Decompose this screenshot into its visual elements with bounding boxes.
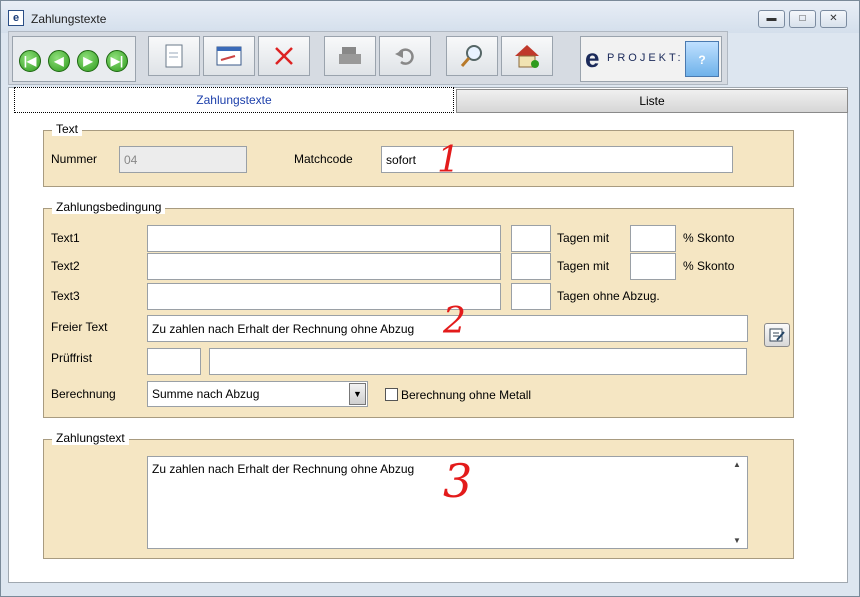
print-icon (339, 47, 361, 64)
title-bar: e Zahlungstexte ▬ □ ✕ (1, 1, 859, 33)
text1-days-field[interactable] (511, 225, 551, 252)
freier-text-label: Freier Text (51, 320, 108, 334)
zahlungstext-section: Zahlungstext Zu zahlen nach Erhalt der R… (43, 431, 794, 559)
search-button[interactable] (446, 36, 498, 76)
text2-tagen-label: Tagen mit (557, 259, 610, 273)
print-button[interactable] (324, 36, 376, 76)
text3-tagen-label: Tagen ohne Abzug. (557, 289, 660, 303)
text2-skonto-field[interactable] (630, 253, 676, 280)
berechnung-label: Berechnung (51, 387, 116, 401)
undo-icon (395, 48, 414, 65)
text1-skonto-field[interactable] (630, 225, 676, 252)
brand-logo: e PROJEKT: ? (580, 36, 722, 82)
prueffrist-field[interactable] (147, 348, 201, 375)
previous-record-icon[interactable]: ◀ (48, 50, 70, 72)
zahlungsbedingung-section: Zahlungsbedingung Text1 Tagen mit % Skon… (43, 200, 794, 418)
nummer-label: Nummer (51, 152, 98, 166)
text2-days-field[interactable] (511, 253, 551, 280)
edit-form-icon (216, 46, 242, 66)
app-window: e Zahlungstexte ▬ □ ✕ |◀ ◀ ▶ ▶| e PROJEK… (0, 0, 860, 597)
new-document-icon (165, 44, 183, 68)
last-record-icon[interactable]: ▶| (106, 50, 128, 72)
search-icon (460, 45, 482, 67)
brand-text: PROJEKT: (607, 52, 684, 64)
zahlungsbedingung-legend: Zahlungsbedingung (52, 200, 166, 214)
prueffrist-label: Prüffrist (51, 351, 93, 365)
minimize-button[interactable]: ▬ (758, 10, 785, 28)
app-icon: e (8, 10, 24, 26)
nummer-field[interactable]: 04 (119, 146, 247, 173)
maximize-button[interactable]: □ (789, 10, 816, 28)
scroll-up-icon[interactable]: ▲ (733, 460, 741, 469)
matchcode-field[interactable]: sofort (381, 146, 733, 173)
text1-skonto-label: % Skonto (683, 231, 735, 245)
nav-group: |◀ ◀ ▶ ▶| (12, 36, 136, 82)
berechnung-ohne-metall-checkbox[interactable] (385, 388, 398, 401)
tab-zahlungstexte[interactable]: Zahlungstexte (14, 87, 454, 113)
text2-label: Text2 (51, 259, 80, 273)
tab-bar: Zahlungstexte Liste (8, 87, 848, 113)
text3-label: Text3 (51, 289, 80, 303)
text2-skonto-label: % Skonto (683, 259, 735, 273)
annotation-two: 2 (443, 301, 466, 342)
undo-button[interactable] (379, 36, 431, 76)
first-record-icon[interactable]: |◀ (19, 50, 41, 72)
berechnung-ohne-metall-label: Berechnung ohne Metall (401, 388, 532, 402)
help-icon[interactable]: ? (685, 41, 719, 77)
text1-tagen-label: Tagen mit (557, 231, 610, 245)
next-record-icon[interactable]: ▶ (77, 50, 99, 72)
home-button[interactable] (501, 36, 553, 76)
edit-form-button[interactable] (203, 36, 255, 76)
brand-e: e (585, 43, 600, 73)
edit-note-icon (769, 328, 785, 342)
text1-label: Text1 (51, 231, 80, 245)
zahlungstext-legend: Zahlungstext (52, 431, 129, 445)
text2-field[interactable] (147, 253, 501, 280)
delete-icon (275, 47, 293, 65)
close-window-button[interactable]: ✕ (820, 10, 847, 28)
text-section-legend: Text (52, 122, 83, 136)
window-title: Zahlungstexte (31, 12, 107, 26)
edit-text-button[interactable] (764, 323, 790, 347)
home-icon (515, 45, 539, 68)
prueffrist-text-field[interactable] (209, 348, 747, 375)
zahlungstext-value: Zu zahlen nach Erhalt der Rechnung ohne … (152, 462, 415, 476)
scroll-down-icon[interactable]: ▼ (733, 536, 741, 545)
annotation-one: 1 (437, 140, 460, 181)
matchcode-label: Matchcode (294, 152, 353, 166)
new-document-button[interactable] (148, 36, 200, 76)
toolbar: |◀ ◀ ▶ ▶| e PROJEKT: ? (8, 31, 728, 85)
delete-button[interactable] (258, 36, 310, 76)
text3-days-field[interactable] (511, 283, 551, 310)
chevron-down-icon[interactable]: ▼ (349, 383, 366, 405)
berechnung-select[interactable]: Summe nach Abzug ▼ (147, 381, 368, 407)
berechnung-value: Summe nach Abzug (152, 387, 260, 401)
textarea-scrollbar[interactable]: ▲ ▼ (730, 458, 746, 547)
text1-field[interactable] (147, 225, 501, 252)
annotation-three: 3 (443, 454, 473, 508)
text-section: Text Nummer 04 Matchcode sofort (43, 122, 794, 187)
tab-liste[interactable]: Liste (456, 89, 848, 113)
